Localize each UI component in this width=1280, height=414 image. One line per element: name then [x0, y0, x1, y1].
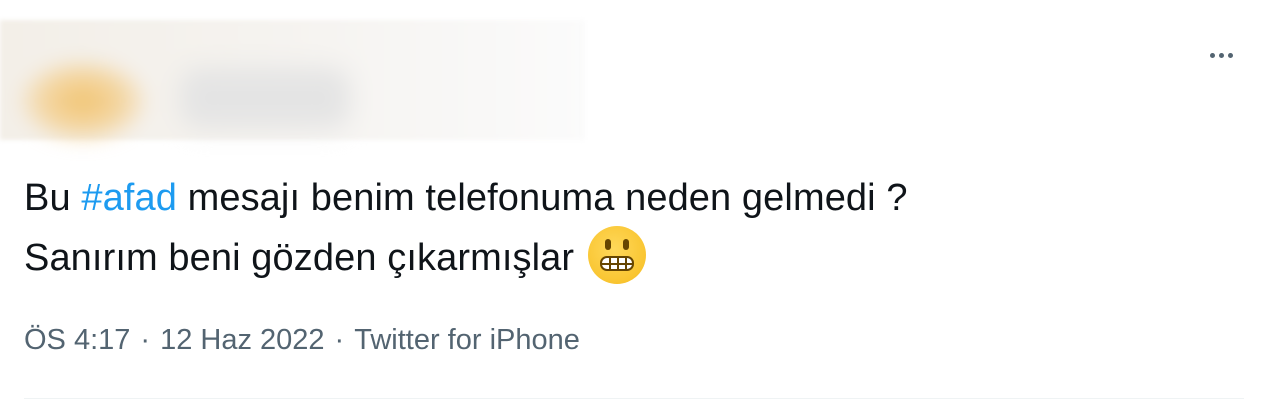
author-header-blurred	[0, 20, 585, 144]
avatar[interactable]	[18, 58, 148, 144]
tweet-text-prefix: Bu	[24, 177, 82, 219]
tweet-text: Bu #afad mesajı benim telefonuma neden g…	[24, 170, 1244, 286]
tweet-source-link[interactable]: Twitter for iPhone	[354, 324, 580, 356]
tweet-date[interactable]: 12 Haz 2022	[160, 324, 324, 356]
more-options-button[interactable]	[1196, 38, 1246, 72]
tweet-text-line1-suffix: mesajı benim telefonuma neden gelmedi ?	[176, 177, 908, 219]
meta-separator: ·	[140, 324, 151, 356]
author-name-blurred[interactable]	[180, 68, 350, 128]
hashtag-link[interactable]: #afad	[81, 177, 177, 219]
tweet-card: Bu #afad mesajı benim telefonuma neden g…	[0, 0, 1280, 414]
more-horizontal-icon	[1209, 52, 1233, 58]
grimacing-face-icon	[588, 226, 647, 284]
divider	[24, 398, 1244, 399]
tweet-time[interactable]: ÖS 4:17	[24, 324, 130, 356]
meta-separator: ·	[334, 324, 345, 356]
tweet-text-line2: Sanırım beni gözden çıkarmışlar	[24, 237, 575, 279]
tweet-metadata: ÖS 4:17 · 12 Haz 2022 · Twitter for iPhone	[24, 320, 580, 360]
